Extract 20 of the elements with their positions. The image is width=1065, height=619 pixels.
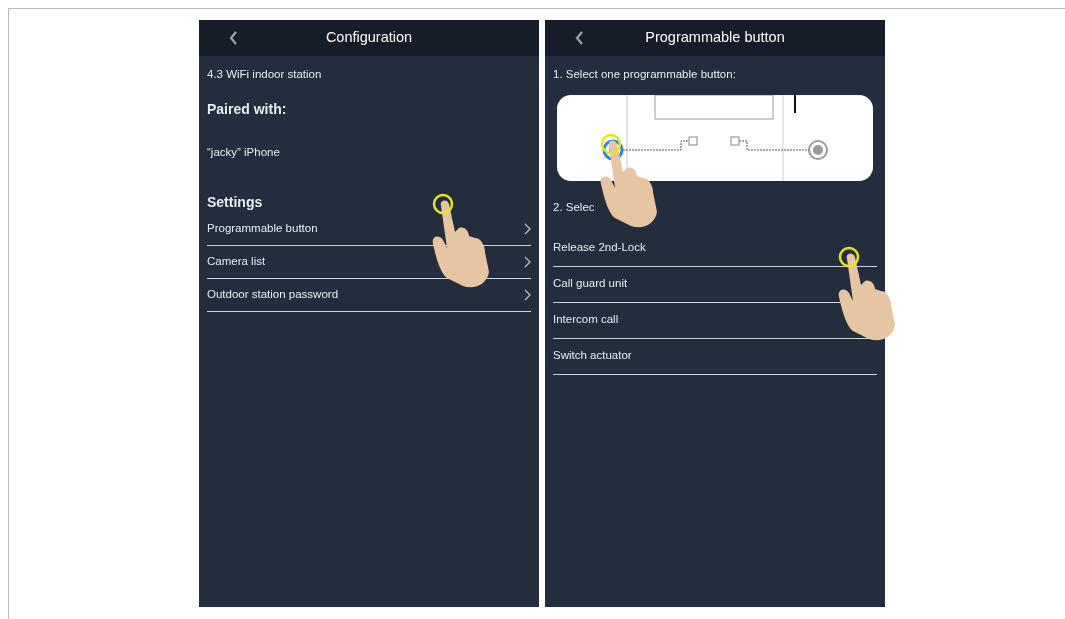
- instruction-text: 1. Select one programmable button:: [553, 67, 737, 82]
- screen-title: Programmable button: [645, 28, 785, 48]
- settings-item-label: Camera list: [207, 253, 266, 269]
- function-option[interactable]: Release 2nd-Lock: [553, 239, 646, 257]
- function-option[interactable]: Intercom call: [553, 311, 619, 329]
- screen-title: Configuration: [325, 28, 413, 48]
- back-icon[interactable]: [575, 31, 584, 45]
- chevron-icon: [524, 222, 531, 235]
- settings-item-label: Programmable button: [207, 220, 318, 236]
- chevron-icon: [524, 288, 531, 301]
- instruction-text: 2. Selec: [553, 200, 596, 216]
- paired-device-name: “jacky” iPhone: [207, 145, 281, 161]
- settings-item-label: Outdoor station password: [207, 286, 339, 302]
- chevron-icon: [524, 255, 531, 268]
- section-heading: Settings: [207, 192, 264, 212]
- device-name: 4.3 WiFi indoor station: [207, 67, 323, 82]
- back-icon[interactable]: [229, 31, 238, 45]
- function-option[interactable]: Call guard unit: [553, 275, 628, 293]
- section-heading: Paired with:: [207, 100, 288, 120]
- function-option[interactable]: Switch actuator: [553, 347, 632, 365]
